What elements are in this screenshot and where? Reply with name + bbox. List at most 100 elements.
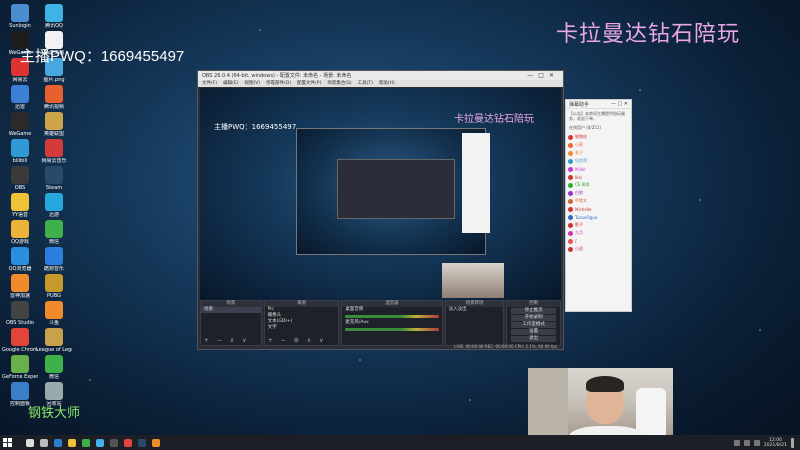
desktop-icon[interactable]: YY语音 [2, 193, 38, 218]
start-button[interactable] [0, 435, 14, 450]
wechat-icon[interactable] [82, 438, 90, 447]
start-recording-button[interactable]: 开始录制 [511, 315, 556, 321]
chat-notice: 【公告】本房间主播提供陪玩服务，欢迎下单。 [569, 111, 625, 121]
chat-user-item[interactable]: Ikki [568, 173, 629, 181]
menu-docks[interactable]: 停靠部件(D) [266, 80, 291, 87]
explorer-icon[interactable] [68, 438, 76, 447]
douyu-icon[interactable] [152, 438, 160, 447]
chat-user-item[interactable]: TuzueOgua [568, 213, 629, 221]
dock-scenes[interactable]: 场景 场景 + − ∧ ∨ [200, 300, 262, 346]
desktop-icon[interactable]: 英雄联盟 [36, 112, 72, 137]
user-avatar [568, 230, 573, 236]
network-icon[interactable] [733, 439, 740, 446]
chat-user-item[interactable]: Michelle [568, 205, 629, 213]
desktop-icon[interactable]: 腾讯QQ [36, 4, 72, 29]
chat-title: 弹幕助手 [569, 101, 590, 108]
menu-edit[interactable]: 编辑(E) [223, 80, 238, 87]
chat-user-item[interactable]: F [568, 237, 629, 245]
stop-stream-button[interactable]: 停止推流 [511, 308, 556, 314]
dock-controls[interactable]: 控制 停止推流 开始录制 工作室模式 设置 退出 [506, 300, 561, 346]
app-icon [11, 328, 29, 346]
mixer-mic-meter[interactable] [345, 328, 439, 331]
menu-scene-collection[interactable]: 场景集合(S) [327, 80, 351, 87]
app-icon [45, 355, 63, 373]
studio-mode-button[interactable]: 工作室模式 [511, 322, 556, 328]
menu-profile[interactable]: 配置文件(P) [297, 80, 321, 87]
desktop-icon[interactable]: 酷狗音乐 [36, 247, 72, 272]
search-icon[interactable] [26, 438, 34, 447]
desktop-icon[interactable]: Sunlogin [2, 4, 38, 29]
desktop-icon[interactable]: 斗鱼 [36, 301, 72, 326]
clock[interactable]: 12:00 2021/8/21 [764, 438, 787, 448]
settings-button[interactable]: 设置 [511, 329, 556, 335]
mixer-desktop-audio-meter[interactable] [345, 315, 439, 318]
desktop-icon-label: YY语音 [11, 212, 29, 218]
obs-titlebar[interactable]: OBS 26.0.4 (64-bit, windows) - 配置文件: 未命名… [198, 71, 563, 80]
desktop-icon[interactable]: PUBG [36, 274, 72, 299]
desktop-icon[interactable]: GeForce Experience [2, 355, 38, 380]
app-icon [11, 220, 29, 238]
dock-sources-toolbar[interactable]: + − ⚙ ∧ ∨ [268, 337, 327, 344]
chat-user-item[interactable]: 老子 [568, 149, 629, 157]
steam-icon[interactable] [138, 438, 146, 447]
chat-window-controls[interactable]: — □ ✕ [611, 101, 628, 107]
chat-panel[interactable]: 弹幕助手 — □ ✕ 【公告】本房间主播提供陪玩服务，欢迎下单。 在线用户 (8… [565, 99, 632, 312]
chat-online-label: 在线用户 (8/251) [569, 125, 601, 130]
desktop-icon[interactable]: 微信 [36, 355, 72, 380]
menu-help[interactable]: 帮助(H) [379, 80, 395, 87]
desktop-icon[interactable]: 雷神加速 [2, 274, 38, 299]
menu-file[interactable]: 文件(F) [202, 80, 217, 87]
preview-nested-obs [337, 159, 455, 219]
menu-view[interactable]: 视图(V) [244, 80, 260, 87]
obs-window[interactable]: OBS 26.0.4 (64-bit, windows) - 配置文件: 未命名… [197, 70, 564, 350]
qq-icon[interactable] [96, 438, 104, 447]
show-desktop-button[interactable] [791, 437, 794, 448]
chat-user-item[interactable]: CE·周哥 [568, 181, 629, 189]
dock-controls-header: 控制 [507, 301, 560, 307]
desktop-icon[interactable]: 迅游 [36, 193, 72, 218]
chat-header[interactable]: 弹幕助手 — □ ✕ [566, 100, 631, 109]
chat-user-item[interactable]: 九月 [568, 229, 629, 237]
user-name: CE·周哥 [575, 182, 590, 187]
dock-sources[interactable]: 来源 Pic 摄像头 文本(GDI+) 文字 + − ⚙ ∧ ∨ [263, 300, 340, 346]
input-method-icon[interactable] [753, 439, 760, 446]
obs-icon[interactable] [110, 438, 118, 447]
desktop-icon[interactable]: QQ游戏 [2, 220, 38, 245]
desktop-icon[interactable]: OBS [2, 166, 38, 191]
volume-icon[interactable] [743, 439, 750, 446]
dock-transitions[interactable]: 场景转场 淡入淡出 [444, 300, 505, 346]
task-view-icon[interactable] [40, 438, 48, 447]
desktop-icon[interactable]: 网易云音乐 [36, 139, 72, 164]
obs-window-controls[interactable]: —□✕ [527, 72, 559, 79]
desktop-icon[interactable]: bilibili [2, 139, 38, 164]
chat-user-item[interactable]: 坦克哥 [568, 157, 629, 165]
desktop-icon[interactable]: Google Chrome [2, 328, 38, 353]
chrome-icon[interactable] [124, 438, 132, 447]
dock-mixer[interactable]: 混音器 桌面音频 麦克风/Aux [341, 300, 443, 346]
exit-button[interactable]: 退出 [511, 336, 556, 342]
desktop-icon[interactable]: 微信 [36, 220, 72, 245]
desktop-icon[interactable]: QQ浏览器 [2, 247, 38, 272]
desktop-icon[interactable]: Steam [36, 166, 72, 191]
chat-user-item[interactable]: 钢铁侠 [568, 133, 629, 141]
app-icon [11, 193, 29, 211]
chat-user-item[interactable]: 白狼 [568, 189, 629, 197]
chat-user-item[interactable]: Miller [568, 165, 629, 173]
chat-user-item[interactable]: 小虎 [568, 245, 629, 253]
desktop-icon[interactable]: 腾讯视频 [36, 85, 72, 110]
source-item[interactable]: 文字 [265, 325, 339, 331]
chat-user-item[interactable]: 甲骨文 [568, 197, 629, 205]
edge-icon[interactable] [54, 438, 62, 447]
scene-item[interactable]: 场景 [201, 307, 261, 313]
desktop-icon[interactable]: 迅雷 [2, 85, 38, 110]
desktop-icon[interactable]: League of Legends [36, 328, 72, 353]
menu-tools[interactable]: 工具(T) [358, 80, 373, 87]
desktop-icon[interactable]: WeGame [2, 112, 38, 137]
desktop-icon[interactable]: OBS Studio [2, 301, 38, 326]
obs-statusbar: LIVE: 00:00:00 REC: 00:00:00 CPU: 2.1%, … [454, 344, 557, 349]
transition-select[interactable]: 淡入淡出 [446, 307, 504, 313]
obs-preview[interactable]: 卡拉曼达钻石陪玩 主播PWQ：1669455497 [200, 88, 561, 300]
chat-user-item[interactable]: 小莫 [568, 141, 629, 149]
dock-scenes-toolbar[interactable]: + − ∧ ∨ [204, 337, 250, 344]
chat-user-item[interactable]: 影子 [568, 221, 629, 229]
